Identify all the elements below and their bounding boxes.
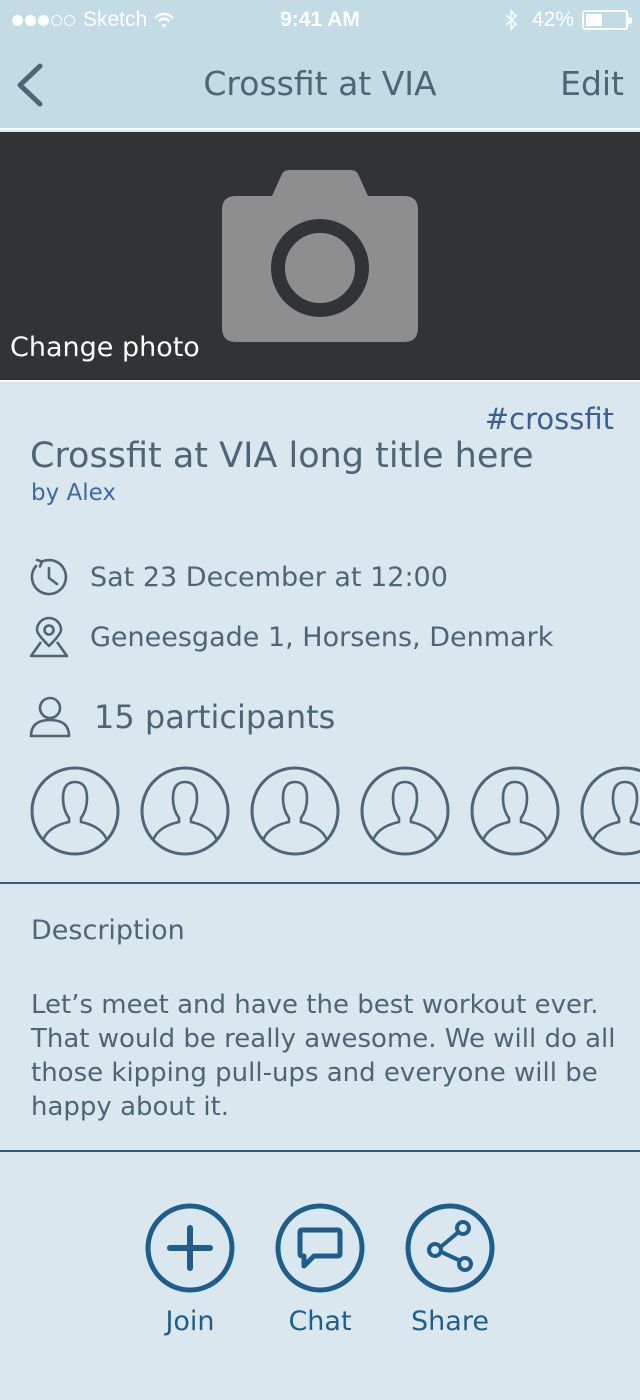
battery-percent: 42% [531, 8, 574, 31]
event-location-row: Geneesgade 1, Horsens, Denmark [28, 616, 553, 658]
participant-avatars [30, 766, 640, 858]
battery-icon [582, 10, 632, 30]
plus-icon [145, 1203, 235, 1293]
chat-icon [275, 1203, 365, 1293]
event-hashtag[interactable]: #crossfit [485, 402, 614, 436]
edit-button[interactable]: Edit [560, 64, 624, 103]
person-icon [29, 696, 71, 738]
chat-label: Chat [288, 1306, 352, 1337]
page-title: Crossfit at VIA [203, 64, 437, 103]
battery-tip [628, 17, 632, 24]
change-photo-button[interactable]: Change photo [10, 332, 200, 363]
status-right: 42% [504, 8, 632, 32]
bluetooth-icon [505, 9, 518, 31]
user-silhouette-icon [580, 766, 640, 856]
join-label: Join [165, 1306, 215, 1337]
participant-avatar[interactable] [30, 766, 120, 856]
event-location[interactable]: Geneesgade 1, Horsens, Denmark [90, 622, 553, 653]
clock-icon [30, 558, 68, 596]
event-title: Crossfit at VIA long title here [30, 436, 534, 476]
participant-count: 15 participants [94, 698, 336, 736]
share-button[interactable]: Share [395, 1202, 505, 1337]
divider [0, 882, 640, 884]
user-silhouette-icon [470, 766, 560, 856]
camera-icon [222, 170, 418, 342]
description-label: Description [31, 915, 185, 946]
participant-avatar[interactable] [580, 766, 640, 856]
participant-avatar[interactable] [470, 766, 560, 856]
map-pin-icon [29, 616, 69, 658]
share-label: Share [411, 1306, 489, 1337]
user-silhouette-icon [30, 766, 120, 856]
event-author[interactable]: by Alex [31, 480, 116, 506]
nav-bar: Crossfit at VIA Edit [0, 40, 640, 130]
description-text: Let’s meet and have the best workout eve… [31, 990, 616, 1122]
participants-row[interactable]: 15 participants [28, 696, 335, 738]
user-silhouette-icon [250, 766, 340, 856]
participant-avatar[interactable] [250, 766, 340, 856]
chat-button[interactable]: Chat [265, 1202, 375, 1337]
join-button[interactable]: Join [135, 1202, 245, 1337]
action-bar: Join Chat Share [0, 1202, 640, 1352]
event-photo[interactable]: Change photo [0, 132, 640, 380]
participant-avatar[interactable] [360, 766, 450, 856]
user-silhouette-icon [360, 766, 450, 856]
participant-avatar[interactable] [140, 766, 230, 856]
status-bar: Sketch 9:41 AM 42% [0, 0, 640, 40]
share-icon [405, 1203, 495, 1293]
event-date-row: Sat 23 December at 12:00 [28, 556, 448, 598]
battery-level [586, 14, 602, 26]
event-datetime: Sat 23 December at 12:00 [90, 561, 448, 593]
divider [0, 380, 640, 382]
user-silhouette-icon [140, 766, 230, 856]
divider [0, 1150, 640, 1152]
